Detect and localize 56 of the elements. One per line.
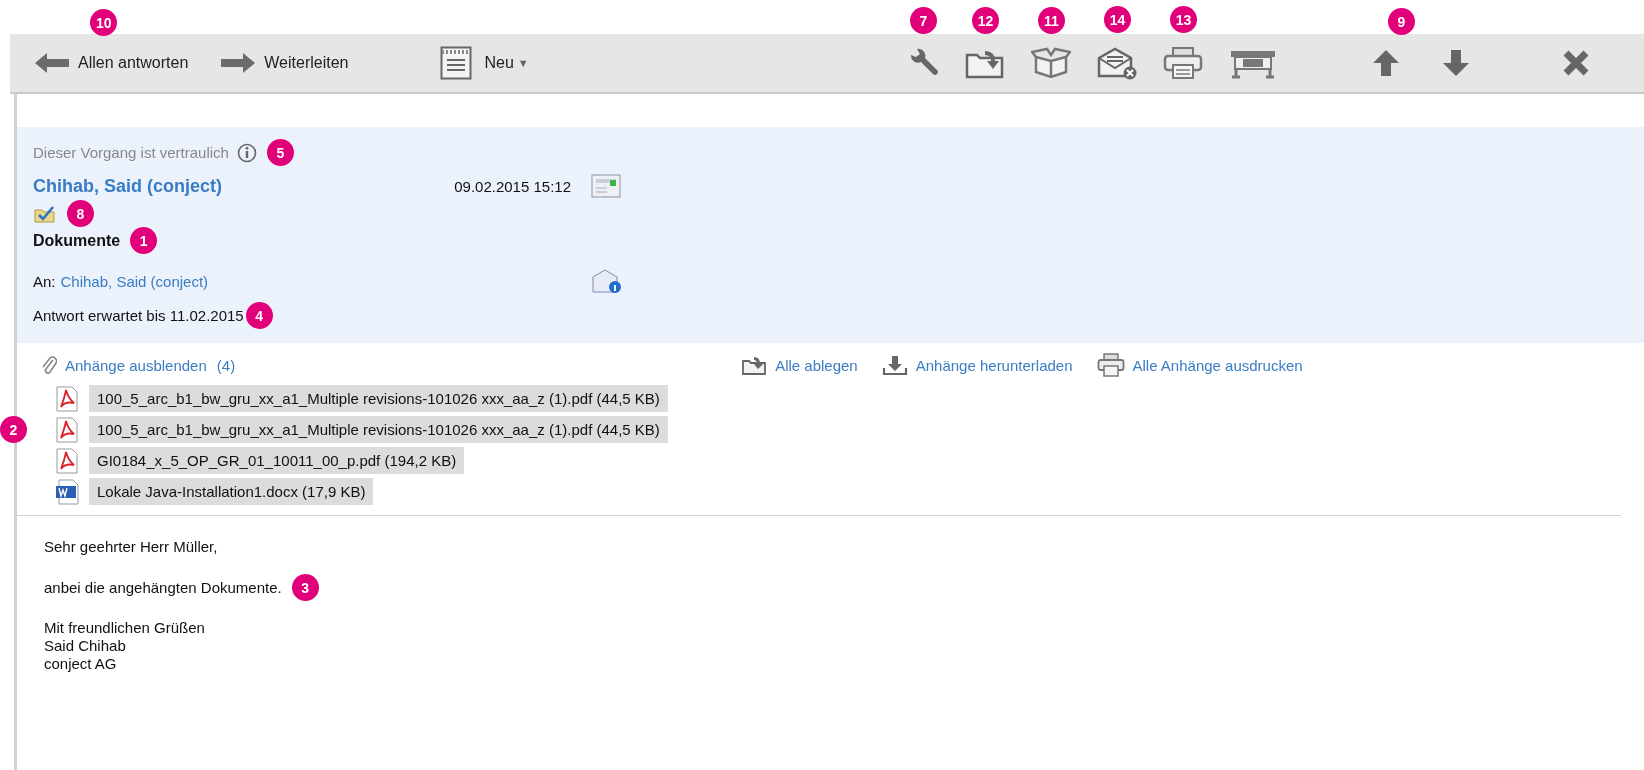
callout-badge: 9 <box>1388 8 1415 35</box>
print-link[interactable]: Alle Anhänge ausdrucken <box>1096 353 1303 377</box>
message-date: 09.02.2015 15:12 <box>454 177 571 195</box>
message-text: Sehr geehrter Herr Müller, <box>44 538 218 556</box>
info-icon <box>236 142 257 163</box>
file-link[interactable]: Alle ablegen <box>741 353 858 377</box>
printer-icon <box>1163 46 1203 80</box>
callout-badge: 11 <box>1038 7 1065 34</box>
download-link[interactable]: Anhänge herunterladen <box>881 353 1073 377</box>
word-file-icon <box>55 478 79 505</box>
message-text: anbei die angehängten Dokumente. <box>44 578 282 597</box>
folder-arrow-icon <box>741 354 768 376</box>
attachment-link[interactable]: GI0184_x_5_OP_GR_01_10011_00_p.pdf (194,2 KB) <box>89 447 465 474</box>
document-icon <box>440 46 473 80</box>
recipient-label: An: <box>33 272 56 290</box>
callout-badge: 13 <box>1170 6 1197 33</box>
message-subject: Dokumente <box>33 231 121 250</box>
callout-badge: 12 <box>972 7 999 34</box>
attachment-link[interactable]: 100_5_arc_b1_bw_gru_xx_a1_Multiple revisions-101026 xxx_aa_z (1).pdf (44,5 KB) <box>89 385 668 412</box>
envelope-info-icon <box>591 268 621 294</box>
callout-badge: 2 <box>0 416 27 443</box>
callout-badge: 8 <box>67 200 94 227</box>
close-icon <box>1561 48 1591 78</box>
confidential-notice: Dieser Vorgang ist vertraulich <box>33 144 229 161</box>
sender-link[interactable]: Chihab, Said (conject) <box>33 175 223 197</box>
paperclip-icon <box>41 354 57 376</box>
box-icon <box>1031 47 1071 79</box>
arrow-right-icon <box>220 51 257 75</box>
envelope-x-icon <box>1097 46 1137 80</box>
arrow-up-icon <box>1371 48 1401 78</box>
pdf-file-icon <box>55 447 79 474</box>
callout-badge: 10 <box>90 9 118 36</box>
callout-badge: 7 <box>910 7 937 34</box>
printer-icon <box>1096 353 1125 377</box>
pdf-file-icon <box>55 416 79 443</box>
pdf-file-icon <box>55 385 79 412</box>
callout-badge: 1 <box>130 227 158 254</box>
message-text: Said Chihab <box>44 637 127 655</box>
callout-badge: 4 <box>245 302 273 329</box>
recipient-link[interactable]: Chihab, Said (conject) <box>60 272 209 290</box>
download-icon <box>881 354 908 376</box>
callout-badge: 3 <box>291 574 319 601</box>
callout-badge: 14 <box>1104 6 1131 33</box>
forward-button[interactable]: Weiterleiten <box>218 47 351 79</box>
hide-attachments-link[interactable]: Anhänge ausblenden <box>41 354 207 376</box>
message-text: conject AG <box>44 655 118 673</box>
attachment-link[interactable]: Lokale Java-Installation1.docx (17,9 KB) <box>89 478 374 505</box>
card-icon <box>591 172 621 200</box>
new-button[interactable]: Neu ▼ <box>438 42 531 84</box>
attachment-link[interactable]: 100_5_arc_b1_bw_gru_xx_a1_Multiple revisions-101026 xxx_aa_z (1).pdf (44,5 KB) <box>89 416 668 443</box>
callout-badge: 5 <box>266 139 294 166</box>
arrow-left-icon <box>34 51 70 75</box>
attachment-count: (4) <box>216 356 236 374</box>
arrow-down-icon <box>1441 48 1471 78</box>
reply-due-text: Antwort erwartet bis 11.02.2015 <box>33 307 244 324</box>
message-text: Mit freundlichen Grüßen <box>44 619 205 637</box>
